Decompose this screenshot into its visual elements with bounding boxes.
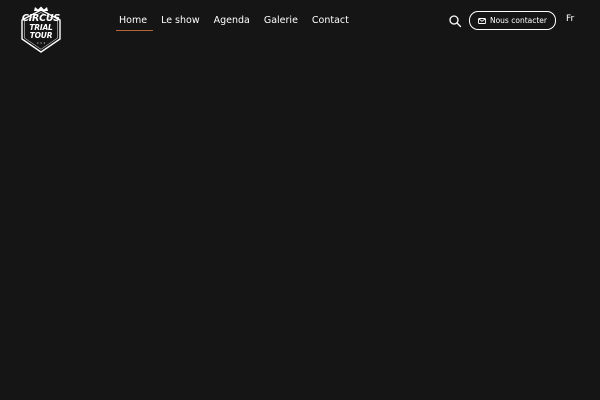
main-nav: Home Le show Agenda Galerie Contact [113,11,357,31]
search-icon[interactable] [448,13,462,28]
language-switcher[interactable]: Fr [566,14,574,24]
logo-line-dots: · · · [36,41,46,47]
logo-wordmark: CIRCUS TRIAL TOUR · · · [19,13,63,48]
contact-button[interactable]: Nous contacter [469,11,556,30]
nav-item-agenda[interactable]: Agenda [208,11,256,31]
page: CIRCUS TRIAL TOUR · · · Home Le show Age… [0,0,600,400]
nav-item-le-show[interactable]: Le show [155,11,206,31]
site-header: CIRCUS TRIAL TOUR · · · Home Le show Age… [0,0,600,56]
main-content [0,56,600,400]
nav-item-contact[interactable]: Contact [306,11,355,31]
logo-line-trial-tour: TRIAL TOUR [29,23,53,40]
logo-line-circus: CIRCUS [21,13,61,24]
mail-icon [478,17,486,24]
contact-button-label: Nous contacter [489,16,547,25]
crown-icon [34,6,48,11]
site-logo[interactable]: CIRCUS TRIAL TOUR · · · [19,6,63,54]
nav-item-galerie[interactable]: Galerie [258,11,304,31]
nav-item-home[interactable]: Home [113,11,154,31]
